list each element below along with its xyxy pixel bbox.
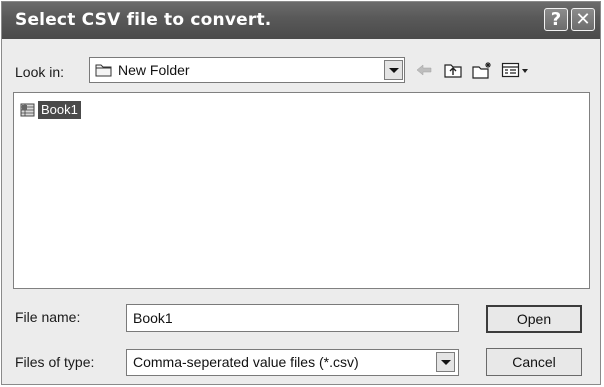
title-bar[interactable]: Select CSV file to convert. ? ✕ <box>2 2 600 39</box>
file-type-dropdown[interactable]: Comma-seperated value files (*.csv) <box>126 349 459 376</box>
up-folder-icon[interactable] <box>443 61 463 81</box>
csv-file-icon <box>20 102 36 123</box>
back-arrow-icon[interactable] <box>415 61 433 81</box>
open-button[interactable]: Open <box>486 305 582 333</box>
look-in-label: Look in: <box>15 64 65 80</box>
chevron-down-icon[interactable] <box>436 352 455 372</box>
look-in-dropdown[interactable]: New Folder <box>89 57 405 83</box>
cancel-button[interactable]: Cancel <box>486 348 582 376</box>
folder-icon <box>95 62 113 83</box>
file-name-label: Book1 <box>38 101 81 119</box>
chevron-down-icon[interactable] <box>384 60 403 80</box>
help-button[interactable]: ? <box>544 8 568 31</box>
file-name-field[interactable] <box>126 304 459 332</box>
file-name-label: File name: <box>15 309 81 325</box>
new-folder-icon[interactable] <box>471 61 493 81</box>
window-title: Select CSV file to convert. <box>15 10 272 30</box>
open-file-dialog: Select CSV file to convert. ? ✕ Look in:… <box>1 1 601 385</box>
file-type-value: Comma-seperated value files (*.csv) <box>133 354 359 370</box>
file-type-label: Files of type: <box>15 354 95 370</box>
close-button[interactable]: ✕ <box>571 8 595 31</box>
look-in-value: New Folder <box>118 62 190 78</box>
view-menu-icon[interactable] <box>501 61 529 81</box>
file-list[interactable]: Book1 <box>13 92 590 289</box>
